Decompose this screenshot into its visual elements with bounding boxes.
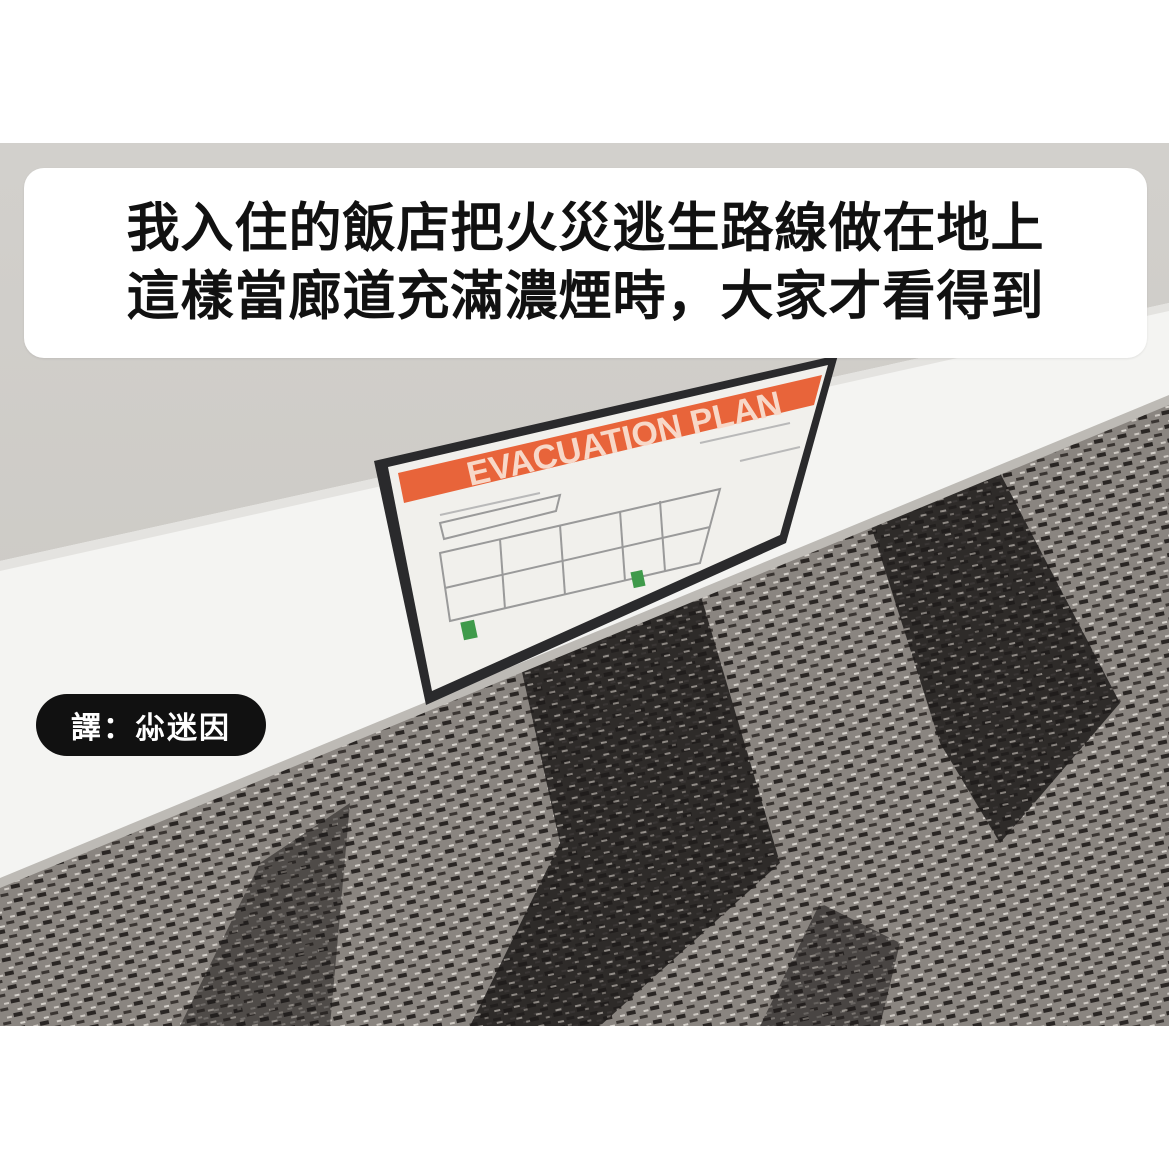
caption-box: 我入住的飯店把火災逃生路線做在地上 這樣當廊道充滿濃煙時，大家才看得到 <box>24 168 1147 358</box>
translator-credit-badge: 譯：尛迷因 <box>36 694 266 756</box>
caption-line-2: 這樣當廊道充滿濃煙時，大家才看得到 <box>126 266 1045 327</box>
caption-line-1: 我入住的飯店把火災逃生路線做在地上 <box>126 198 1045 259</box>
